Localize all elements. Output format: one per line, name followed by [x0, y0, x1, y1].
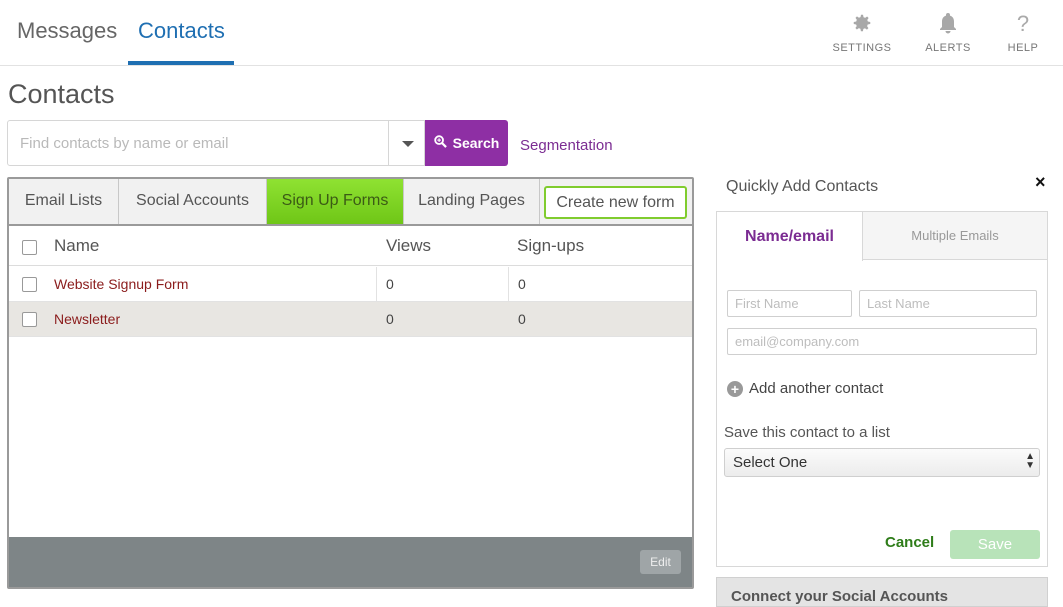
panel-footer: Edit: [9, 537, 692, 587]
save-button[interactable]: Save: [950, 530, 1040, 559]
bell-icon: [913, 12, 983, 36]
save-to-list-label: Save this contact to a list: [724, 424, 890, 441]
tab-contacts[interactable]: Contacts: [138, 18, 225, 44]
tab-messages[interactable]: Messages: [17, 18, 117, 44]
email-field[interactable]: [727, 328, 1037, 355]
edit-button[interactable]: Edit: [640, 550, 681, 574]
search-input[interactable]: [8, 121, 388, 165]
column-divider: [508, 267, 509, 301]
add-another-label: Add another contact: [749, 380, 884, 397]
active-tab-indicator: [128, 61, 234, 65]
panel-tabs: Email Lists Social Accounts Sign Up Form…: [9, 179, 692, 226]
tab-name-email[interactable]: Name/email: [716, 211, 863, 261]
page-title: Contacts: [8, 79, 115, 109]
select-arrows-icon: ▲ ▼: [1025, 451, 1035, 471]
gear-icon: [827, 12, 897, 36]
row-checkbox[interactable]: [22, 277, 37, 292]
segmentation-link[interactable]: Segmentation: [520, 137, 613, 154]
search-button-label: Search: [452, 135, 500, 151]
tab-sign-up-forms[interactable]: Sign Up Forms: [267, 179, 404, 224]
magnifier-icon: [433, 135, 447, 151]
tab-landing-pages[interactable]: Landing Pages: [404, 179, 540, 224]
cancel-button[interactable]: Cancel: [885, 534, 934, 551]
social-accounts-section: Connect your Social Accounts: [716, 577, 1048, 607]
top-nav: Messages Contacts SETTINGS ALERTS ? HELP: [0, 0, 1063, 66]
column-views[interactable]: Views: [386, 236, 431, 256]
column-signups[interactable]: Sign-ups: [517, 236, 584, 256]
close-icon[interactable]: ×: [1035, 172, 1046, 193]
settings-label: SETTINGS: [832, 42, 892, 54]
question-icon: ?: [1016, 11, 1030, 36]
alerts-button[interactable]: ALERTS: [913, 12, 983, 54]
list-select[interactable]: Select One ▲ ▼: [724, 448, 1040, 477]
tab-social-accounts[interactable]: Social Accounts: [119, 179, 267, 224]
tab-email-lists[interactable]: Email Lists: [9, 179, 119, 224]
help-label: HELP: [1007, 42, 1039, 54]
list-select-value: Select One: [733, 454, 808, 471]
first-name-field[interactable]: [727, 290, 852, 317]
column-divider: [376, 267, 377, 301]
search-bar: [7, 120, 425, 166]
views-value: 0: [386, 276, 394, 292]
search-filter-dropdown[interactable]: [388, 121, 425, 165]
column-name[interactable]: Name: [54, 236, 99, 256]
quick-add-form: Name/email Multiple Emails + Add another…: [716, 211, 1048, 567]
form-name-link[interactable]: Website Signup Form: [54, 276, 188, 292]
last-name-field[interactable]: [859, 290, 1037, 317]
signups-value: 0: [518, 311, 526, 327]
table-row[interactable]: Newsletter 0 0: [9, 302, 692, 337]
forms-panel: Email Lists Social Accounts Sign Up Form…: [7, 177, 694, 589]
create-new-form-button[interactable]: Create new form: [544, 186, 687, 219]
table-header: Name Views Sign-ups: [9, 226, 692, 266]
signups-value: 0: [518, 276, 526, 292]
add-another-contact[interactable]: + Add another contact: [727, 380, 883, 397]
social-section-title: Connect your Social Accounts: [731, 588, 948, 605]
settings-button[interactable]: SETTINGS: [827, 12, 897, 54]
search-button[interactable]: Search: [425, 120, 508, 166]
table-row[interactable]: Website Signup Form 0 0: [9, 267, 692, 302]
quick-add-tabs: Name/email Multiple Emails: [716, 211, 1047, 261]
quick-add-title: Quickly Add Contacts: [726, 178, 879, 195]
plus-circle-icon: +: [727, 380, 743, 397]
alerts-label: ALERTS: [925, 42, 971, 54]
select-all-checkbox[interactable]: [22, 240, 37, 255]
views-value: 0: [386, 311, 394, 327]
help-button[interactable]: ? HELP: [988, 11, 1058, 55]
tab-multiple-emails[interactable]: Multiple Emails: [863, 212, 1047, 260]
form-name-link[interactable]: Newsletter: [54, 311, 120, 327]
row-checkbox[interactable]: [22, 312, 37, 327]
